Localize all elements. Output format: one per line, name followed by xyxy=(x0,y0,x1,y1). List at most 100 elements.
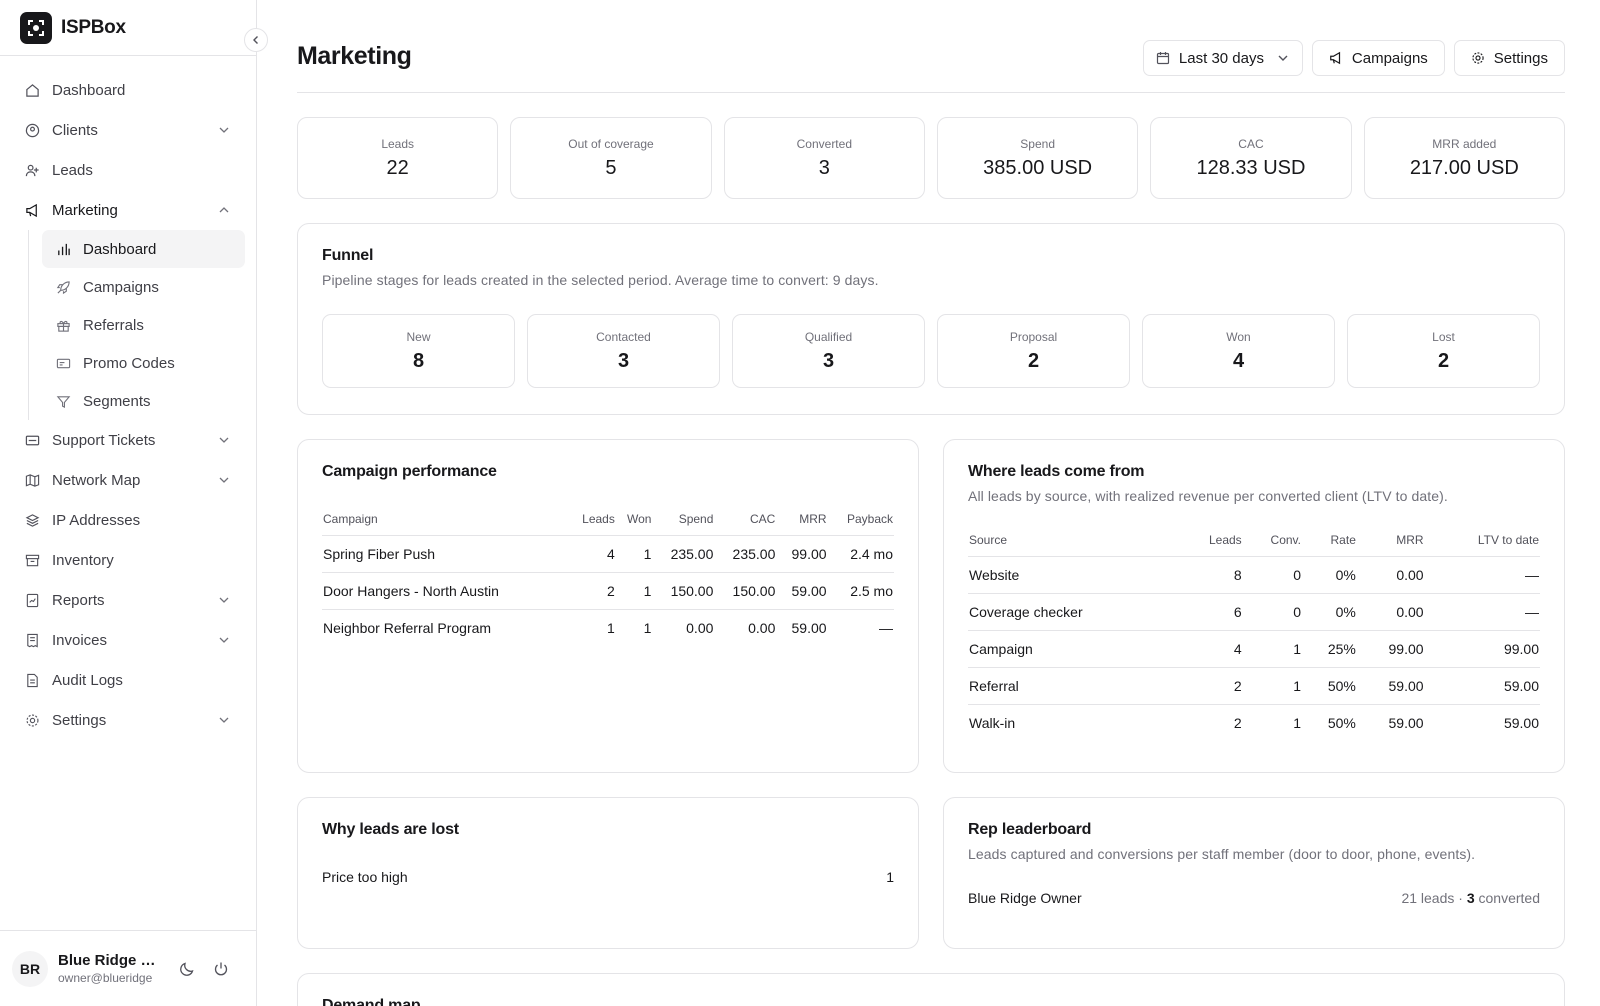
lead-sources-title: Where leads come from xyxy=(968,463,1145,480)
main-content: Marketing Last 30 days Campaigns Setting… xyxy=(297,0,1565,1006)
header-actions: Last 30 days Campaigns Settings xyxy=(1142,40,1565,76)
stage-label: Won xyxy=(1226,329,1251,344)
subnav-item-dashboard[interactable]: Dashboard xyxy=(42,230,245,268)
tables-row: Campaign performance Campaign Leads Won … xyxy=(297,439,1565,773)
chevron-down-icon[interactable] xyxy=(217,473,231,487)
stage-label: Proposal xyxy=(1009,329,1058,344)
stage-value: 4 xyxy=(1232,349,1245,372)
lost-reason-count: 1 xyxy=(886,869,894,885)
table-cell: 1 xyxy=(1293,714,1301,731)
chevron-down-icon[interactable] xyxy=(217,713,231,727)
demand-map-title: Demand map xyxy=(322,997,421,1006)
funnel-stage-won: Won 4 xyxy=(1142,314,1335,388)
settings-button[interactable]: Settings xyxy=(1453,40,1565,76)
subnav-item-label: Segments xyxy=(83,392,151,410)
table-cell: 150.00 xyxy=(714,572,777,610)
subnav-item-segments[interactable]: Segments xyxy=(42,382,245,420)
rep-stats: 21 leads · 3 converted xyxy=(1401,890,1540,906)
sidebar-item-inventory[interactable]: Inventory xyxy=(0,540,256,580)
table-cell: 235.00 xyxy=(714,535,777,573)
sidebar-item-reports[interactable]: Reports xyxy=(0,580,256,620)
sidebar-item-settings[interactable]: Settings xyxy=(0,700,256,740)
ticket-icon xyxy=(55,355,71,371)
column-header: Campaign xyxy=(322,503,568,536)
sidebar-item-ip-addresses[interactable]: IP Addresses xyxy=(0,500,256,540)
table-row[interactable]: Spring Fiber Push 4 1 235.00 235.00 99.0… xyxy=(322,535,894,573)
report-icon xyxy=(24,592,40,608)
table-row[interactable]: Neighbor Referral Program 1 1 0.00 0.00 … xyxy=(322,609,894,646)
column-header: MRR xyxy=(1356,524,1425,557)
collapse-sidebar-button[interactable] xyxy=(244,28,268,52)
lost-reasons-card: Why leads are lost Price too high 1 xyxy=(297,797,919,949)
table-cell: 50% xyxy=(1327,714,1356,731)
home-icon xyxy=(24,82,40,98)
stage-label: New xyxy=(406,329,431,344)
sidebar-item-clients[interactable]: Clients xyxy=(0,110,256,150)
table-cell: 1 xyxy=(615,572,653,610)
chevron-down-icon[interactable] xyxy=(217,633,231,647)
campaign-name[interactable]: Spring Fiber Push xyxy=(322,535,568,573)
campaign-name[interactable]: Neighbor Referral Program xyxy=(322,609,568,646)
sidebar-item-network-map[interactable]: Network Map xyxy=(0,460,256,500)
funnel-stage-lost: Lost 2 xyxy=(1347,314,1540,388)
map-icon xyxy=(24,472,40,488)
power-icon xyxy=(214,962,228,975)
sidebar-item-audit-logs[interactable]: Audit Logs xyxy=(0,660,256,700)
table-row[interactable]: Door Hangers - North Austin 2 1 150.00 1… xyxy=(322,572,894,610)
column-header: CAC xyxy=(714,503,777,536)
sidebar-item-label: Network Map xyxy=(52,471,141,489)
rep-leaderboard-card: Rep leaderboard Leads captured and conve… xyxy=(943,797,1565,949)
rep-leaderboard-title: Rep leaderboard xyxy=(968,821,1092,838)
sidebar-item-label: Marketing xyxy=(52,201,118,219)
table-cell: — xyxy=(879,619,893,636)
chevron-down-icon[interactable] xyxy=(217,123,231,137)
stage-label: Qualified xyxy=(804,329,853,344)
chevron-up-icon[interactable] xyxy=(217,203,231,217)
campaign-name[interactable]: Door Hangers - North Austin xyxy=(322,572,568,610)
gear-icon xyxy=(1471,51,1485,65)
rep-converted-count: 3 xyxy=(1466,890,1475,906)
funnel-stage-contacted: Contacted 3 xyxy=(527,314,720,388)
campaign-performance-table: Campaign Leads Won Spend CAC MRR Payback… xyxy=(322,503,894,646)
sidebar-item-label: Settings xyxy=(52,711,107,729)
stat-value: 3 xyxy=(818,156,830,179)
rep-separator: · xyxy=(1454,890,1467,906)
sidebar-item-leads[interactable]: Leads xyxy=(0,150,256,190)
subnav-item-campaigns[interactable]: Campaigns xyxy=(42,268,245,306)
filter-icon xyxy=(55,393,71,409)
logout-button[interactable] xyxy=(206,954,236,984)
chevron-left-icon xyxy=(253,36,258,44)
marketing-subnav: Dashboard Campaigns Referrals Promo Code… xyxy=(28,230,256,420)
stat-value: 22 xyxy=(386,156,409,179)
date-range-select[interactable]: Last 30 days xyxy=(1142,40,1303,76)
table-cell: 59.00 xyxy=(1388,714,1424,731)
table-row: Campaign 4 1 25% 99.00 99.00 xyxy=(968,630,1540,668)
megaphone-icon xyxy=(1329,51,1343,65)
chevron-down-icon[interactable] xyxy=(217,593,231,607)
sidebar-item-support-tickets[interactable]: Support Tickets xyxy=(0,420,256,460)
lost-reasons-title: Why leads are lost xyxy=(322,821,459,838)
sidebar-item-marketing[interactable]: Marketing xyxy=(0,190,256,230)
table-cell: 99.00 xyxy=(1356,630,1425,668)
table-cell: 59.00 xyxy=(776,572,828,610)
campaigns-button[interactable]: Campaigns xyxy=(1311,40,1445,76)
stat-label: CAC xyxy=(1238,136,1264,151)
subnav-item-promo-codes[interactable]: Promo Codes xyxy=(42,344,245,382)
sidebar-item-label: IP Addresses xyxy=(52,511,141,529)
chevron-down-icon[interactable] xyxy=(217,433,231,447)
bar-chart-icon xyxy=(55,241,71,257)
sidebar-item-invoices[interactable]: Invoices xyxy=(0,620,256,660)
subnav-item-referrals[interactable]: Referrals xyxy=(42,306,245,344)
user-plus-icon xyxy=(24,162,40,178)
theme-toggle-button[interactable] xyxy=(172,954,202,984)
source-name: Coverage checker xyxy=(968,593,1180,631)
sidebar-item-label: Clients xyxy=(52,121,98,139)
sidebar-item-dashboard[interactable]: Dashboard xyxy=(0,70,256,110)
table-cell: 1 xyxy=(1242,667,1302,705)
brand[interactable]: ISPBox xyxy=(0,0,256,56)
subnav-item-label: Campaigns xyxy=(83,278,159,296)
chevron-down-icon xyxy=(1278,55,1288,61)
gift-icon xyxy=(55,317,71,333)
user-profile[interactable]: BR Blue Ridge Owner owner@blueridge xyxy=(0,930,256,1006)
table-cell: 59.00 xyxy=(1503,714,1539,731)
